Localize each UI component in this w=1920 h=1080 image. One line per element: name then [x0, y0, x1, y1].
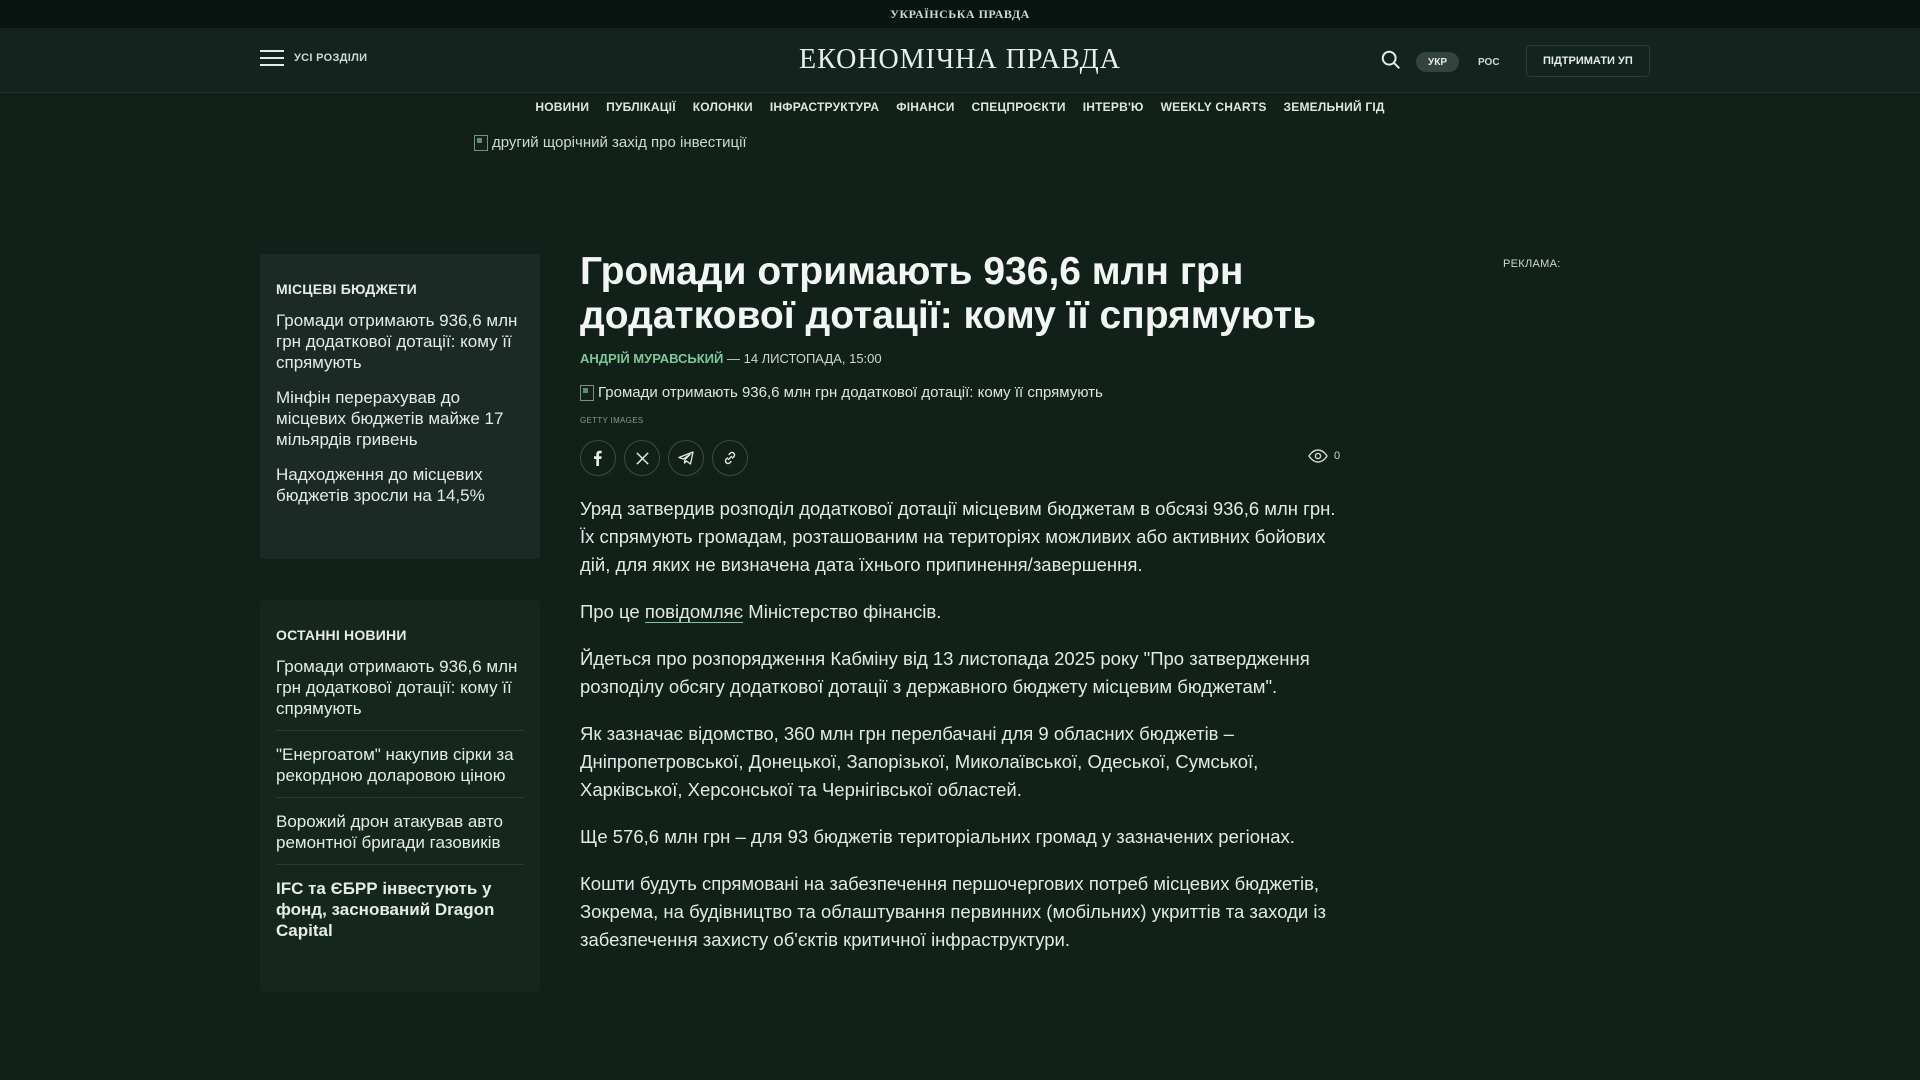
nav-item-infrastructure[interactable]: ІНФРАСТРУКТУРА — [770, 100, 879, 114]
main-nav: НОВИНИ ПУБЛІКАЦІЇ КОЛОНКИ ІНФРАСТРУКТУРА… — [0, 100, 1920, 114]
list-item[interactable]: Громади отримають 936,6 млн грн додатков… — [276, 310, 524, 373]
up-logo-link[interactable]: УКРАЇНСЬКА ПРАВДА — [890, 7, 1030, 22]
author-link[interactable]: АНДРІЙ МУРАВСЬКИЙ — [580, 351, 723, 366]
views-count: 0 — [1334, 450, 1341, 462]
x-icon — [635, 451, 649, 465]
promo-banner-alt: другий щорічний захід про інвестиції — [492, 134, 747, 151]
copy-link-button[interactable] — [712, 440, 748, 476]
article-paragraph: Про це повідомляє Міністерство фінансів. — [580, 598, 1348, 626]
nav-item-finance[interactable]: ФІНАНСИ — [896, 100, 954, 114]
source-link[interactable]: повідомляє — [644, 601, 744, 623]
views-counter: 0 — [1308, 449, 1340, 463]
article-photo-alt: Громади отримають 936,6 млн грн додатков… — [598, 384, 1103, 401]
article-body: Уряд затвердив розподіл додаткової дотац… — [580, 495, 1348, 973]
latest-news-title: ОСТАННІ НОВИНИ — [276, 627, 407, 643]
local-budgets-title: МІСЦЕВІ БЮДЖЕТИ — [276, 281, 417, 297]
top-bar: УКРАЇНСЬКА ПРАВДА — [0, 0, 1920, 29]
photo-credit: GETTY IMAGES — [580, 416, 644, 425]
list-item[interactable]: Мінфін перерахував до місцевих бюджетів … — [276, 387, 524, 450]
nav-item-land-guide[interactable]: ЗЕМЕЛЬНИЙ ГІД — [1284, 100, 1385, 114]
list-item[interactable]: "Енергоатом" накупив сірки за рекордною … — [276, 731, 524, 798]
lang-ukr-button[interactable]: УКР — [1416, 52, 1459, 72]
list-item[interactable]: Ворожий дрон атакував авто ремонтної бри… — [276, 798, 524, 865]
nav-item-news[interactable]: НОВИНИ — [535, 100, 589, 114]
list-item[interactable]: IFC та ЄБРР інвестують у фонд, засновани… — [276, 865, 524, 952]
article-paragraph: Йдеться про розпорядження Кабміну від 13… — [580, 648, 1310, 697]
link-icon — [724, 451, 736, 465]
article-headline: Громади отримають 936,6 млн грн додатков… — [580, 250, 1317, 337]
lang-ros-button[interactable]: РОС — [1466, 52, 1512, 72]
article-date: — 14 ЛИСТОПАДА, 15:00 — [723, 351, 882, 366]
list-item[interactable]: Надходження до місцевих бюджетів зросли … — [276, 464, 524, 506]
share-facebook-button[interactable] — [580, 440, 616, 476]
local-budgets-widget: МІСЦЕВІ БЮДЖЕТИ Громади отримають 936,6 … — [260, 254, 540, 559]
support-button[interactable]: ПІДТРИМАТИ УП — [1526, 45, 1650, 77]
share-x-button[interactable] — [624, 440, 660, 476]
telegram-icon — [678, 451, 694, 465]
search-icon[interactable] — [1380, 49, 1402, 71]
promo-banner[interactable]: другий щорічний захід про інвестиції — [474, 134, 747, 151]
paragraph-text: Про це — [580, 601, 645, 622]
nav-item-columns[interactable]: КОЛОНКИ — [693, 100, 753, 114]
eye-icon — [1308, 449, 1328, 463]
nav-item-weekly-charts[interactable]: WEEKLY CHARTS — [1161, 100, 1267, 114]
article-paragraph: Кошти будуть спрямовані на забезпечення … — [580, 873, 1326, 950]
article-paragraph: Ще 576,6 млн грн – для 93 бюджетів терит… — [580, 826, 1295, 847]
share-telegram-button[interactable] — [668, 440, 704, 476]
paragraph-text: Міністерство фінансів. — [743, 601, 942, 622]
facebook-icon — [594, 450, 602, 466]
broken-image-icon — [474, 134, 488, 151]
article-paragraph: Як зазначає відомство, 360 млн грн перел… — [580, 723, 1259, 800]
list-item[interactable]: Громади отримають 936,6 млн грн додатков… — [276, 643, 524, 731]
nav-item-special-projects[interactable]: СПЕЦПРОЄКТИ — [972, 100, 1066, 114]
latest-news-widget: ОСТАННІ НОВИНИ Громади отримають 936,6 м… — [260, 600, 540, 992]
nav-item-interview[interactable]: ІНТЕРВ'Ю — [1083, 100, 1144, 114]
broken-image-icon — [580, 384, 594, 401]
site-header: УСІ РОЗДІЛИ ЕКОНОМІЧНА ПРАВДА УКР РОС ПІ… — [0, 28, 1920, 93]
ad-label: РЕКЛАМА: — [1503, 258, 1561, 270]
article-paragraph: Уряд затвердив розподіл додаткової дотац… — [580, 498, 1336, 575]
nav-item-publications[interactable]: ПУБЛІКАЦІЇ — [606, 100, 676, 114]
article-photo: Громади отримають 936,6 млн грн додатков… — [580, 384, 1103, 401]
article-byline: АНДРІЙ МУРАВСЬКИЙ — 14 ЛИСТОПАДА, 15:00 — [580, 351, 882, 366]
